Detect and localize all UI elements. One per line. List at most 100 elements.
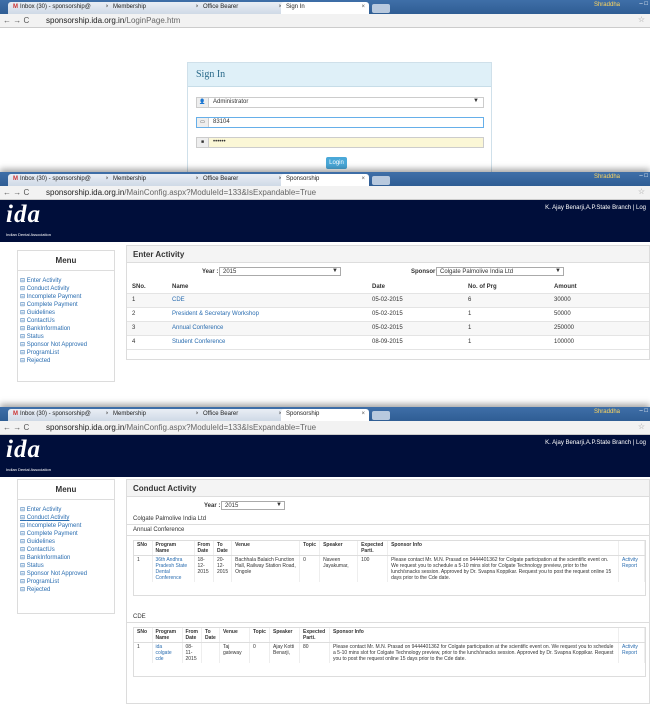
table-header: SNo Program Name From Date To Date Venue Topi… [134,541,645,556]
bookmark-star-icon[interactable]: ☆ [638,187,645,196]
menu-item-status[interactable]: ⊟ Status [20,333,114,341]
side-menu: Menu ⊟ Enter Activity ⊟ Conduct Activity… [17,479,115,614]
url-field[interactable]: sponsorship.ida.org.in/LoginPage.htm [46,16,180,25]
profile-name[interactable]: Shraddha [594,2,620,8]
menu-item-conduct-activity[interactable]: ⊟ Conduct Activity [20,285,114,293]
window-controls[interactable]: – □ [639,1,648,7]
table-header: SNo. Name Date No. of Prg Amount [127,281,649,294]
bookmark-star-icon[interactable]: ☆ [638,15,645,24]
tab-inbox[interactable]: MInbox (30) - sponsorship@× [8,409,113,421]
menu-item-bankinformation[interactable]: ⊟ BankInformation [20,554,114,562]
tab-sponsorship[interactable]: Sponsorship × [281,174,369,186]
sponsor-label: Sponsor : [411,269,439,275]
chevron-down-icon: ▼ [473,98,479,104]
program-link[interactable]: 36th Andhra Pradesh State Dental Confere… [152,555,195,582]
menu-item-guidelines[interactable]: ⊟ Guidelines [20,309,114,317]
profile-name[interactable]: Shraddha [594,174,620,180]
activity-link[interactable]: Student Conference [167,335,367,350]
menu-item-guidelines[interactable]: ⊟ Guidelines [20,538,114,546]
login-button[interactable]: Login [326,157,347,169]
new-tab-button[interactable] [372,176,390,185]
year-select[interactable]: 2015 ▼ [221,501,285,510]
tab-bar: MInbox (30) - sponsorship@× Membership× … [0,407,650,421]
user-branch: K. Ajay Benarji,A.P.State Branch | Log [545,205,646,211]
url-field[interactable]: sponsorship.ida.org.in/MainConfig.aspx?M… [46,188,316,197]
menu-item-complete-payment[interactable]: ⊟ Complete Payment [20,530,114,538]
nav-buttons-icon[interactable]: ← → C [3,423,29,432]
password-field[interactable]: ■ •••••• [196,137,484,148]
close-icon[interactable]: × [361,176,365,182]
menu-item-contactus[interactable]: ⊟ ContactUs [20,546,114,554]
window-controls[interactable]: – □ [639,173,648,179]
activity-link[interactable]: CDE [167,293,367,308]
table-row: 4 Student Conference 08-09-2015 1 100000 [127,335,649,350]
tab-sponsorship[interactable]: Sponsorship × [281,409,369,421]
username-field[interactable]: ▭ 83104 [196,117,484,128]
tab-inbox[interactable]: MInbox (30) - sponsorship@× [8,174,113,186]
table-row: 3 Annual Conference 05-02-2015 1 250000 [127,321,649,336]
menu-item-incomplete-payment[interactable]: ⊟ Incomplete Payment [20,522,114,530]
close-icon[interactable]: × [361,4,365,10]
menu-item-complete-payment[interactable]: ⊟ Complete Payment [20,301,114,309]
tab-office-bearer[interactable]: Office Bearer× [198,409,286,421]
tab-membership[interactable]: Membership× [108,2,203,14]
address-bar: ← → C sponsorship.ida.org.in/MainConfig.… [0,186,650,200]
tab-office-bearer[interactable]: Office Bearer× [198,2,286,14]
role-select[interactable]: 👤 Administrator ▼ [196,97,484,108]
menu-item-enter-activity[interactable]: ⊟ Enter Activity [20,277,114,285]
user-icon: 👤 [197,98,209,107]
activity-report-link[interactable]: Activity Report [618,555,645,582]
activity-report-link[interactable]: Activity Report [618,642,645,663]
user-branch: K. Ajay Benarji,A.P.State Branch | Log [545,440,646,446]
ida-logo[interactable]: ida [6,201,41,229]
menu-item-sponsor-not-approved[interactable]: ⊟ Sponsor Not Approved [20,341,114,349]
tab-office-bearer[interactable]: Office Bearer× [198,174,286,186]
menu-item-rejected[interactable]: ⊟ Rejected [20,586,114,594]
tab-membership[interactable]: Membership× [108,174,203,186]
menu-item-status[interactable]: ⊟ Status [20,562,114,570]
new-tab-button[interactable] [372,4,390,13]
profile-name[interactable]: Shraddha [594,409,620,415]
ida-logo[interactable]: ida [6,436,41,464]
menu-item-bankinformation[interactable]: ⊟ BankInformation [20,325,114,333]
tab-sign-in[interactable]: Sign In × [281,2,369,14]
nav-buttons-icon[interactable]: ← → C [3,188,29,197]
menu-item-programlist[interactable]: ⊟ ProgramList [20,349,114,357]
address-bar: ← → C sponsorship.ida.org.in/MainConfig.… [0,421,650,435]
activity-link[interactable]: Annual Conference [167,321,367,336]
conduct-activity-panel: Conduct Activity Year : 2015 ▼ Colgate Pa… [126,479,650,704]
sponsor-name: Colgate Palmolive India Ltd [127,514,649,525]
tab-inbox[interactable]: MInbox (30) - sponsorship@× [8,2,113,14]
logo-subtitle: Indian Dental Association [6,232,51,237]
bookmark-star-icon[interactable]: ☆ [638,422,645,431]
sponsor-select[interactable]: Colgate Palmolive India Ltd ▼ [436,267,564,276]
close-icon[interactable]: × [361,411,365,417]
year-label: Year : [204,503,221,509]
menu-item-sponsor-not-approved[interactable]: ⊟ Sponsor Not Approved [20,570,114,578]
new-tab-button[interactable] [372,411,390,420]
menu-item-incomplete-payment[interactable]: ⊟ Incomplete Payment [20,293,114,301]
panel-title: Enter Activity [127,246,649,263]
enter-activity-window: MInbox (30) - sponsorship@× Membership× … [0,172,650,407]
program-link[interactable]: ida colgate cde [152,642,183,663]
lock-icon: ■ [197,138,209,147]
tab-bar: MInbox (30) - sponsorship@× Membership× … [0,172,650,186]
menu-item-contactus[interactable]: ⊟ ContactUs [20,317,114,325]
login-window: MInbox (30) - sponsorship@× Membership× … [0,0,650,175]
chevron-down-icon: ▼ [555,268,561,274]
menu-item-rejected[interactable]: ⊟ Rejected [20,357,114,365]
window-controls[interactable]: – □ [639,408,648,414]
menu-item-programlist[interactable]: ⊟ ProgramList [20,578,114,586]
year-select[interactable]: 2015 ▼ [219,267,341,276]
menu-item-conduct-activity[interactable]: ⊟ Conduct Activity [20,514,114,522]
activity-link[interactable]: President & Secretary Workshop [167,307,367,322]
activity-table: SNo. Name Date No. of Prg Amount 1 CDE 05-… [127,281,649,350]
table-row: 1 CDE 05-02-2015 6 30000 [127,293,649,308]
url-field[interactable]: sponsorship.ida.org.in/MainConfig.aspx?M… [46,423,316,432]
tab-membership[interactable]: Membership× [108,409,203,421]
nav-buttons-icon[interactable]: ← → C [3,16,29,25]
gmail-icon: M [13,176,18,182]
enter-activity-panel: Enter Activity Year : 2015 ▼ Sponsor : Co… [126,245,650,360]
gmail-icon: M [13,411,18,417]
menu-item-enter-activity[interactable]: ⊟ Enter Activity [20,506,114,514]
